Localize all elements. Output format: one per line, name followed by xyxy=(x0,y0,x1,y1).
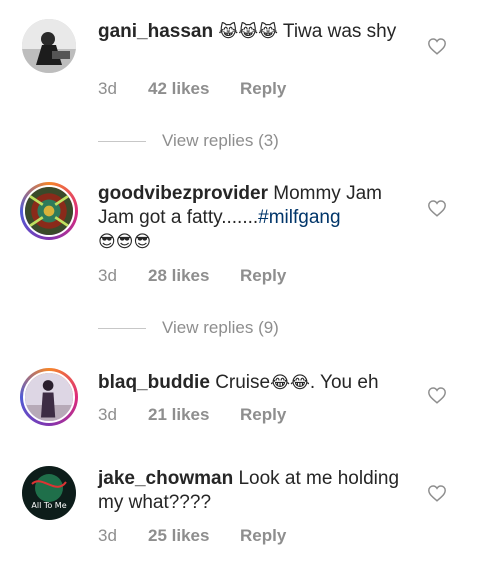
likes-count[interactable]: 25 likes xyxy=(148,526,240,546)
view-replies-label[interactable]: View replies (9) xyxy=(162,318,279,338)
comment-text: gani_hassan 😹😹😹 Tiwa was shy xyxy=(98,20,410,44)
likes-count[interactable]: 42 likes xyxy=(148,79,240,99)
sunglasses-emoji-icon: 😎😎😎 xyxy=(98,232,152,252)
avatar-blaq-buddie[interactable] xyxy=(20,368,78,426)
likes-count[interactable]: 21 likes xyxy=(148,405,240,425)
comment-text: goodvibezprovider Mommy Jam Jam got a fa… xyxy=(98,182,410,254)
reply-button[interactable]: Reply xyxy=(240,405,286,425)
comment-text: jake_chowman Look at me holding my what?… xyxy=(98,467,410,515)
avatar-image: All To Me xyxy=(22,466,76,520)
like-heart-icon[interactable] xyxy=(427,199,447,217)
laughing-tears-emoji-icon: 😂😂 xyxy=(270,373,310,393)
avatar-caption: All To Me xyxy=(31,501,66,510)
comment-body: Cruise xyxy=(215,372,271,393)
timestamp: 3d xyxy=(98,79,117,98)
avatar-jake-chowman[interactable]: All To Me xyxy=(22,466,76,520)
username[interactable]: goodvibezprovider xyxy=(98,183,268,204)
like-heart-icon[interactable] xyxy=(427,484,447,502)
divider-line xyxy=(98,140,146,142)
comment-body-end: . You eh xyxy=(309,372,379,393)
comment-meta: 3d 28 likes Reply xyxy=(98,266,286,286)
avatar-image xyxy=(22,19,76,73)
hashtag-link[interactable]: #milfgang xyxy=(258,207,340,228)
avatar-image xyxy=(25,373,73,421)
reply-button[interactable]: Reply xyxy=(240,526,286,546)
timestamp: 3d xyxy=(98,526,117,545)
username[interactable]: jake_chowman xyxy=(98,468,233,489)
reply-button[interactable]: Reply xyxy=(240,266,286,286)
grinning-cat-emoji-icon: 😹😹😹 xyxy=(218,22,278,42)
timestamp: 3d xyxy=(98,405,117,424)
likes-count[interactable]: 28 likes xyxy=(148,266,240,286)
reply-button[interactable]: Reply xyxy=(240,79,286,99)
avatar-goodvibezprovider[interactable] xyxy=(20,182,78,240)
avatar-gani-hassan[interactable] xyxy=(22,19,76,73)
timestamp: 3d xyxy=(98,266,117,285)
divider-line xyxy=(98,327,146,329)
comment-meta: 3d 21 likes Reply xyxy=(98,405,286,425)
comment-text: blaq_buddie Cruise😂😂. You eh xyxy=(98,371,410,395)
comment-body: Tiwa was shy xyxy=(282,21,397,42)
avatar-image xyxy=(25,187,73,235)
view-replies-2[interactable]: View replies (9) xyxy=(98,318,279,338)
like-heart-icon[interactable] xyxy=(427,37,447,55)
like-heart-icon[interactable] xyxy=(427,386,447,404)
comment-meta: 3d 42 likes Reply xyxy=(98,79,286,99)
view-replies-1[interactable]: View replies (3) xyxy=(98,131,279,151)
username[interactable]: blaq_buddie xyxy=(98,372,210,393)
view-replies-label[interactable]: View replies (3) xyxy=(162,131,279,151)
username[interactable]: gani_hassan xyxy=(98,21,213,42)
comment-meta: 3d 25 likes Reply xyxy=(98,526,286,546)
